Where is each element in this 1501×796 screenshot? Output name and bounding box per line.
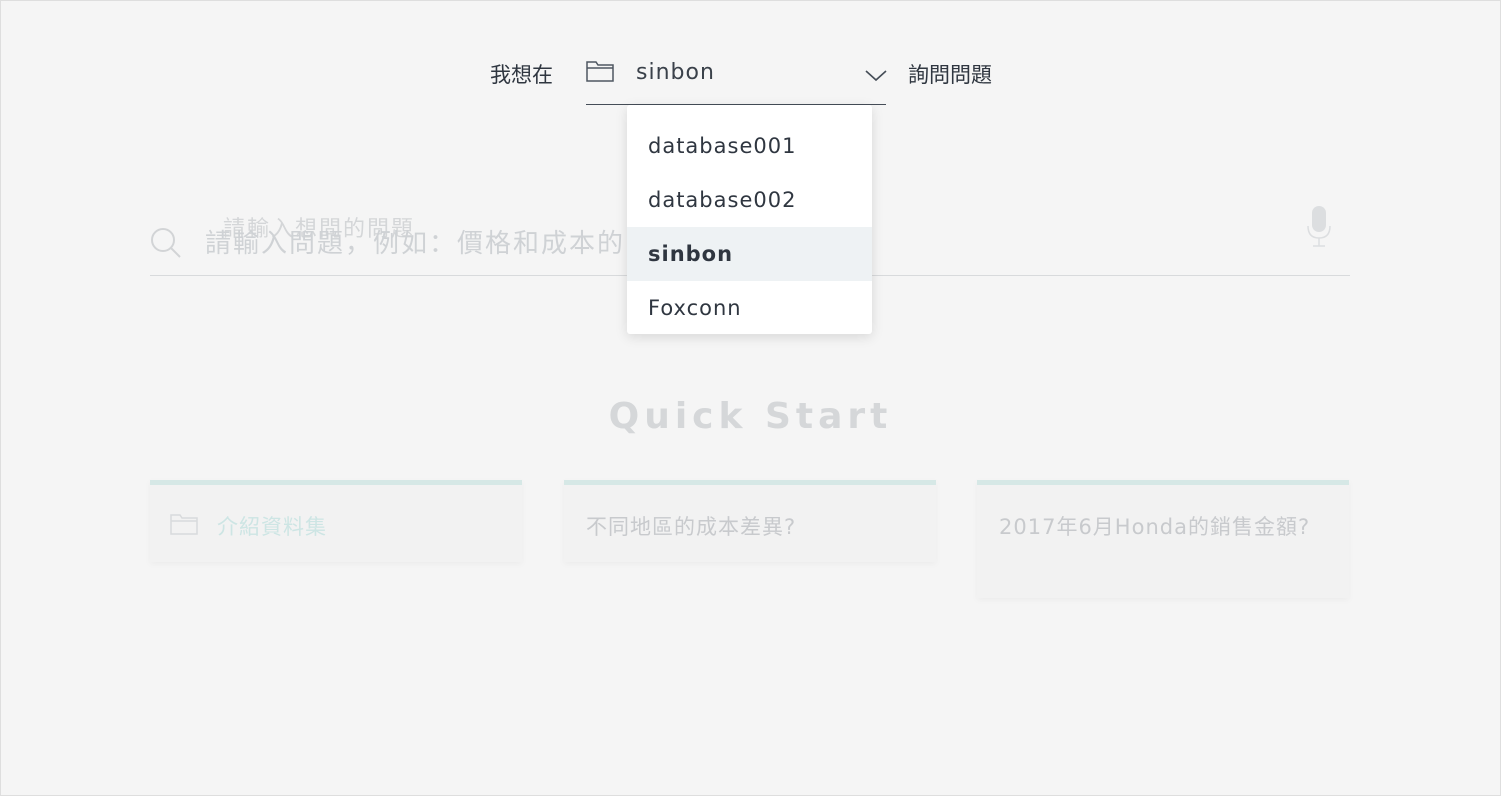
microphone-icon[interactable] — [1306, 205, 1332, 249]
quick-start-card-dataset-intro[interactable]: 介紹資料集 — [150, 480, 522, 562]
database-select-value: sinbon — [636, 60, 715, 85]
quick-start-card-label: 2017年6月Honda的銷售金額? — [999, 515, 1311, 539]
quick-start-title: Quick Start — [608, 396, 893, 437]
search-icon — [151, 228, 181, 258]
folder-icon — [170, 514, 198, 535]
dropdown-option-database001[interactable]: database001 — [627, 119, 872, 173]
quick-start-card-honda-sales[interactable]: 2017年6月Honda的銷售金額? — [977, 480, 1349, 598]
quick-start-card-label: 不同地區的成本差異? — [586, 515, 797, 539]
quick-start-card-label: 介紹資料集 — [217, 515, 327, 539]
database-select[interactable]: sinbon — [586, 56, 888, 105]
dropdown-option-sinbon[interactable]: sinbon — [627, 227, 872, 281]
selector-suffix-label: 詢問問題 — [908, 63, 992, 87]
selector-prefix-label: 我想在 — [490, 63, 553, 87]
quick-start-card-region-cost[interactable]: 不同地區的成本差異? — [564, 480, 936, 562]
dropdown-option-database002[interactable]: database002 — [627, 173, 872, 227]
dropdown-option-foxconn[interactable]: Foxconn — [627, 281, 872, 335]
folder-icon — [586, 61, 614, 82]
database-dropdown-menu: database001 database002 sinbon Foxconn — [627, 105, 872, 334]
chevron-down-icon[interactable] — [864, 66, 888, 84]
